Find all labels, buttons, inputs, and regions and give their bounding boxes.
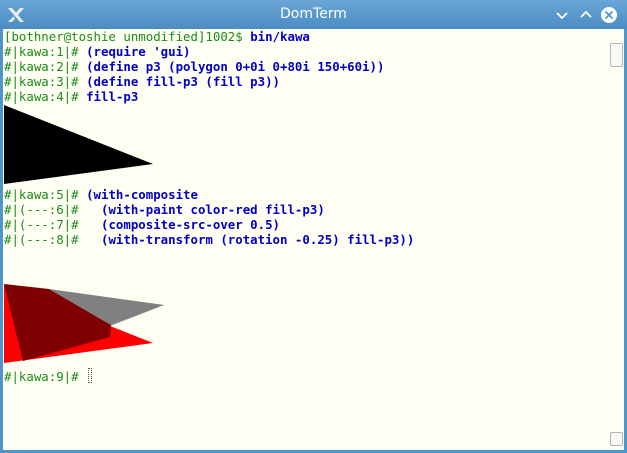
repl-input: (with-transform (rotation -0.25) fill-p3… [86,232,415,247]
repl-prompt: #|(---:7|# [4,217,87,232]
terminal-line-7: #|(---:7|# (composite-src-over 0.5) [4,217,280,232]
output-black-triangle [4,105,153,184]
repl-input: fill-p3 [86,89,139,104]
minimize-icon[interactable] [553,6,571,24]
maximize-icon[interactable] [577,6,595,24]
command-input: bin/kawa [250,29,310,44]
repl-input: (require 'gui) [86,44,191,59]
terminal-line-6: #|(---:6|# (with-paint color-red fill-p3… [4,202,325,217]
repl-input: (composite-src-over 0.5) [86,217,281,232]
repl-prompt: #|kawa:2|# [4,59,87,74]
terminal-line-8: #|(---:8|# (with-transform (rotation -0.… [4,232,414,247]
repl-prompt: #|kawa:4|# [4,89,87,104]
title-bar: DomTerm [0,0,627,29]
vertical-scrollbar[interactable] [608,39,624,450]
repl-input: (define fill-p3 (fill p3)) [86,74,281,89]
window-title: DomTerm [280,6,347,22]
scrollbar-bottom-button[interactable] [610,432,623,446]
terminal-line-5: #|kawa:5|# (with-composite [4,187,198,202]
terminal-line-3: #|kawa:3|# (define fill-p3 (fill p3)) [4,74,280,89]
repl-input: (with-composite [86,187,198,202]
terminal-line-shell: [bothner@toshie unmodified]1002$ bin/kaw… [4,29,310,44]
repl-input: (with-paint color-red fill-p3) [86,202,325,217]
repl-prompt: #|(---:6|# [4,202,87,217]
black-triangle [4,105,153,184]
repl-prompt: #|kawa:9|# [4,369,87,384]
terminal-line-4: #|kawa:4|# fill-p3 [4,89,138,104]
repl-prompt: #|kawa:3|# [4,74,87,89]
terminal-line-9: #|kawa:9|# [4,368,93,384]
repl-input: (define p3 (polygon 0+0i 0+80i 150+60i)) [86,59,385,74]
scrollbar-thumb[interactable] [610,43,623,67]
repl-prompt: #|kawa:5|# [4,187,87,202]
terminal-area[interactable]: [bothner@toshie unmodified]1002$ bin/kaw… [3,29,624,450]
output-composite-figure [4,284,164,363]
terminal-line-2: #|kawa:2|# (define p3 (polygon 0+0i 0+80… [4,59,384,74]
terminal-line-1: #|kawa:1|# (require 'gui) [4,44,191,59]
close-icon[interactable] [600,6,618,24]
repl-prompt: #|(---:8|# [4,232,87,247]
shell-prompt: [bothner@toshie unmodified]1002$ [4,29,251,44]
repl-prompt: #|kawa:1|# [4,44,87,59]
text-cursor [88,368,93,383]
